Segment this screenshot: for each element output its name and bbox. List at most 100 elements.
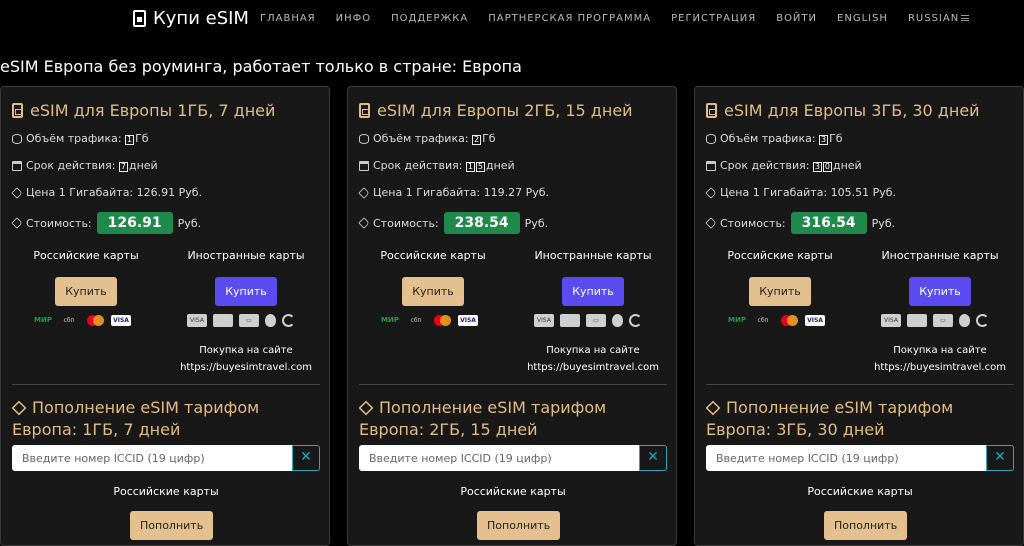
- foreign-payment-logos: VISA ▭: [187, 314, 295, 327]
- visa-logo-icon: VISA: [881, 314, 901, 327]
- traffic-label: Объём трафика:: [720, 132, 816, 145]
- nav-support[interactable]: ПОДДЕРЖКА: [391, 13, 468, 24]
- site-note-line-1: Покупка на сайте: [546, 345, 640, 356]
- site-purchase-note: Покупка на сайте https://buyesimtravel.c…: [855, 342, 1024, 376]
- digit-box: 7: [118, 162, 128, 172]
- topup-title-text: Пополнение eSIM тарифом Европа: 1ГБ, 7 д…: [12, 398, 260, 439]
- nav-english[interactable]: ENGLISH: [837, 13, 888, 24]
- traffic-unit: Гб: [482, 132, 496, 145]
- traffic-value: 2: [472, 132, 482, 145]
- google-pay-icon: [282, 314, 295, 327]
- nav-register[interactable]: РЕГИСТРАЦИЯ: [671, 13, 756, 24]
- traffic-row: Объём трафика: 2 Гб: [359, 132, 496, 145]
- buy-foreign-button[interactable]: Купить: [909, 277, 971, 306]
- site-note-line-1: Покупка на сайте: [893, 345, 987, 356]
- divider: [706, 384, 1014, 385]
- nav-info[interactable]: ИНФО: [336, 13, 371, 24]
- traffic-unit: Гб: [829, 132, 843, 145]
- database-icon: [12, 133, 22, 144]
- apple-pay-icon: [612, 314, 623, 327]
- price-per-gb-value: 126.91 Руб.: [136, 186, 203, 199]
- cost-row: Стоимость: 126.91 Руб.: [11, 212, 202, 234]
- divider: [359, 384, 667, 385]
- traffic-label: Объём трафика:: [26, 132, 122, 145]
- sbp-logo-icon: сбп: [757, 317, 769, 324]
- site-purchase-note: Покупка на сайте https://buyesimtravel.c…: [161, 342, 331, 376]
- buy-foreign-button[interactable]: Купить: [215, 277, 277, 306]
- card-title: eSIM для Европы 3ГБ, 30 дней: [724, 101, 980, 120]
- price-per-gb-row: Цена 1 Гигабайта: 105.51 Руб.: [705, 186, 896, 199]
- sim-card-icon: [12, 103, 23, 118]
- ru-payment-column: Российские карты Купить: [1, 249, 171, 306]
- site-note-link[interactable]: https://buyesimtravel.com: [855, 359, 1024, 376]
- iccid-input-group: ✕: [706, 445, 1014, 471]
- visa-logo-icon: VISA: [534, 314, 554, 327]
- calendar-icon: [359, 160, 369, 171]
- mastercard-logo-icon: [85, 315, 105, 326]
- validity-label: Срок действия:: [26, 159, 116, 172]
- buy-ru-button[interactable]: Купить: [402, 277, 464, 306]
- clear-icon[interactable]: ✕: [292, 445, 320, 471]
- nav-russian[interactable]: RUSSIAN: [908, 13, 970, 24]
- site-purchase-note: Покупка на сайте https://buyesimtravel.c…: [508, 342, 678, 376]
- iccid-input[interactable]: [706, 445, 986, 471]
- topup-button[interactable]: Пополнить: [130, 511, 214, 540]
- price-per-gb-row: Цена 1 Гигабайта: 126.91 Руб.: [11, 186, 203, 199]
- mir-logo-icon: МИР: [728, 316, 746, 324]
- plan-card: eSIM для Европы 3ГБ, 30 дней Объём трафи…: [694, 86, 1024, 546]
- iccid-input[interactable]: [359, 445, 639, 471]
- currency-label: Руб.: [871, 216, 896, 230]
- currency-label: Руб.: [177, 216, 202, 230]
- buy-foreign-button[interactable]: Купить: [562, 277, 624, 306]
- price-per-gb-row: Цена 1 Гигабайта: 119.27 Руб.: [358, 186, 549, 199]
- divider: [12, 384, 320, 385]
- mastercard-logo-icon: [213, 314, 233, 327]
- card-logo-icon: ▭: [239, 314, 259, 327]
- visa-logo-icon: VISA: [111, 315, 131, 326]
- foreign-cards-heading: Иностранные карты: [881, 249, 999, 262]
- topup-title: Пополнение eSIM тарифом Европа: 2ГБ, 15 …: [358, 397, 669, 441]
- nav-login[interactable]: ВОЙТИ: [776, 13, 817, 24]
- card-header: eSIM для Европы 3ГБ, 30 дней: [706, 101, 980, 120]
- ru-payment-logos: МИР сбп VISA: [33, 315, 131, 326]
- digit-box: 1: [125, 135, 135, 145]
- cost-row: Стоимость: 316.54 Руб.: [705, 212, 896, 234]
- google-pay-icon: [629, 314, 642, 327]
- card-title: eSIM для Европы 2ГБ, 15 дней: [377, 101, 633, 120]
- tag-icon: [705, 217, 717, 229]
- topup-button[interactable]: Пополнить: [477, 511, 561, 540]
- mastercard-logo-icon: [432, 315, 452, 326]
- buy-ru-button[interactable]: Купить: [749, 277, 811, 306]
- sim-card-icon: [133, 10, 146, 27]
- brand-link[interactable]: Купи eSIM: [133, 8, 249, 29]
- cost-row: Стоимость: 238.54 Руб.: [358, 212, 548, 234]
- traffic-unit: Гб: [135, 132, 149, 145]
- nav-home[interactable]: ГЛАВНАЯ: [260, 13, 316, 24]
- price-badge: 238.54: [443, 212, 520, 234]
- digit-box: 1: [465, 162, 475, 172]
- validity-label: Срок действия:: [373, 159, 463, 172]
- nav-partner[interactable]: ПАРТНЕРСКАЯ ПРОГРАММА: [488, 13, 651, 24]
- buy-ru-button[interactable]: Купить: [55, 277, 117, 306]
- mir-logo-icon: МИР: [34, 316, 52, 324]
- foreign-payment-column: Иностранные карты Купить: [161, 249, 331, 306]
- ru-cards-heading: Российские карты: [727, 249, 833, 262]
- site-note-link[interactable]: https://buyesimtravel.com: [508, 359, 678, 376]
- ru-payment-logos: МИР сбп VISA: [727, 315, 825, 326]
- sim-card-icon: [359, 103, 370, 118]
- tag-icon: [11, 186, 23, 199]
- ru-payment-column: Российские карты Купить: [348, 249, 518, 306]
- topup-button[interactable]: Пополнить: [824, 511, 908, 540]
- cost-label: Стоимость:: [26, 216, 92, 230]
- iccid-input[interactable]: [12, 445, 292, 471]
- clear-icon[interactable]: ✕: [986, 445, 1014, 471]
- apple-pay-icon: [959, 314, 970, 327]
- traffic-value: 1: [125, 132, 135, 145]
- validity-row: Срок действия: 7 дней: [12, 159, 158, 172]
- foreign-payment-logos: VISA ▭: [881, 314, 989, 327]
- clear-icon[interactable]: ✕: [639, 445, 667, 471]
- card-title: eSIM для Европы 1ГБ, 7 дней: [30, 101, 276, 120]
- navbar: Купи eSIM ГЛАВНАЯ ИНФО ПОДДЕРЖКА ПАРТНЕР…: [0, 0, 1024, 38]
- ru-cards-heading: Российские карты: [380, 249, 486, 262]
- site-note-link[interactable]: https://buyesimtravel.com: [161, 359, 331, 376]
